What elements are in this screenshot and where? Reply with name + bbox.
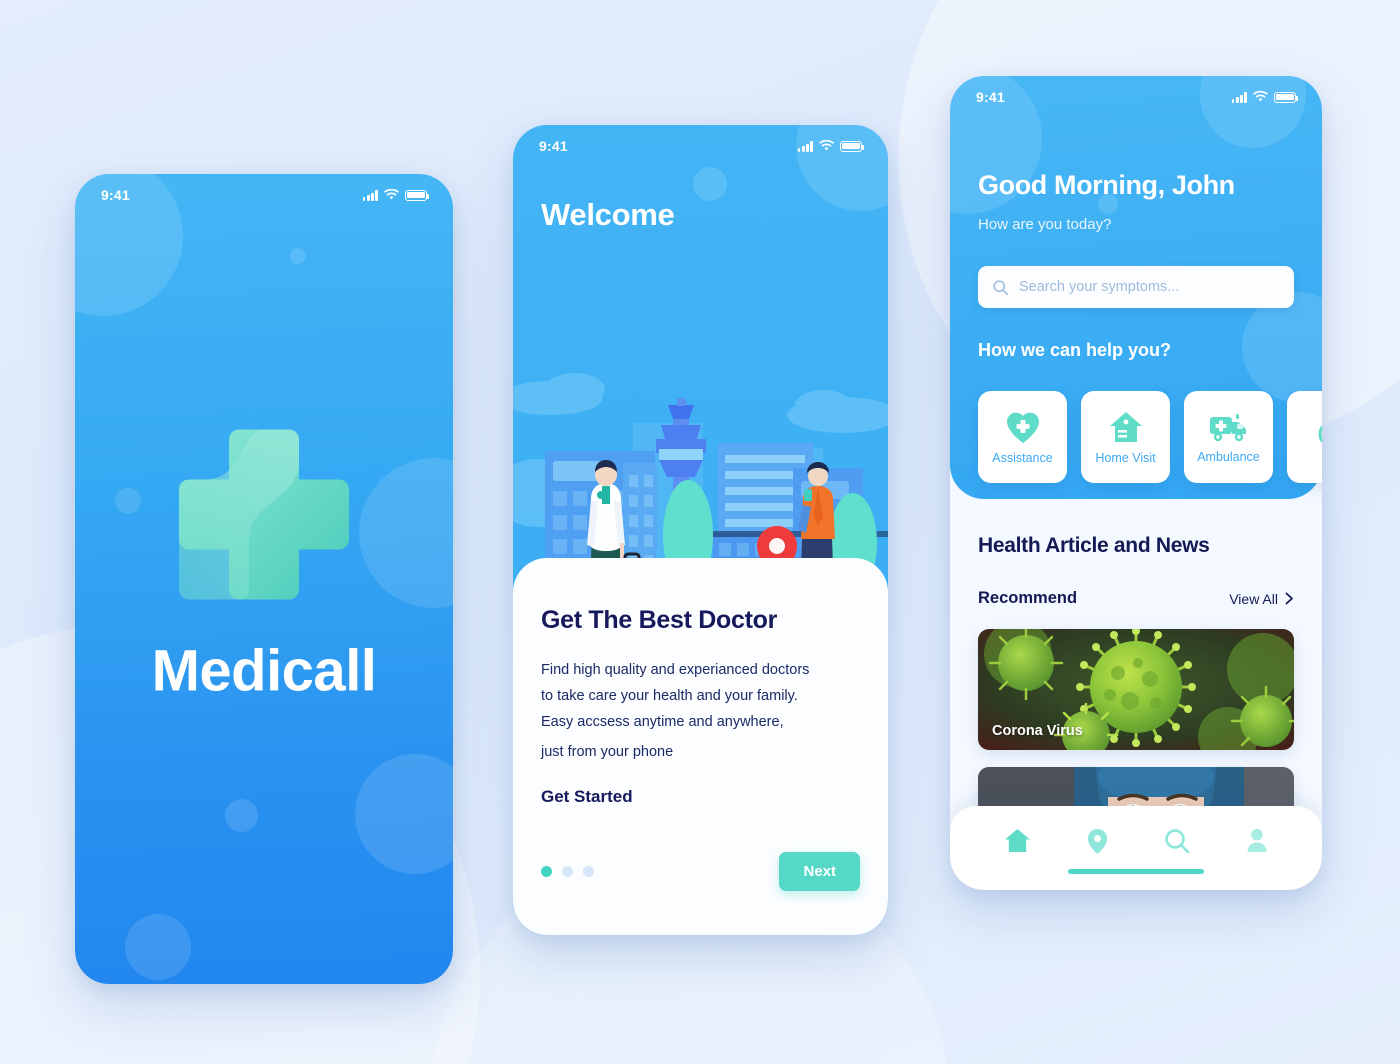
service-card-ambulance[interactable]: Ambulance <box>1184 391 1273 483</box>
status-bar-time: 9:41 <box>539 138 568 154</box>
status-bar: 9:41 <box>513 125 888 167</box>
medical-cross-logo <box>171 421 357 607</box>
decor-circle <box>693 167 727 201</box>
service-label: Ambulance <box>1197 449 1260 464</box>
battery-icon <box>840 140 865 152</box>
status-bar-time: 9:41 <box>976 89 1005 105</box>
ambulance-icon <box>1209 413 1246 441</box>
search-icon <box>993 279 1009 295</box>
article-caption: Corona Virus <box>992 723 1083 739</box>
battery-icon <box>405 189 430 201</box>
chevron-right-icon <box>1285 592 1293 605</box>
status-bar-time: 9:41 <box>101 187 130 203</box>
decor-circle <box>290 248 306 264</box>
decor-circle <box>225 799 258 832</box>
next-button[interactable]: Next <box>779 852 860 891</box>
get-started-label[interactable]: Get Started <box>541 787 860 807</box>
help-section-title: How we can help you? <box>978 340 1172 360</box>
pagination-dot[interactable] <box>583 866 594 877</box>
decor-circle <box>355 754 453 874</box>
home-icon <box>1004 828 1030 853</box>
service-label: Assistance <box>992 450 1053 465</box>
status-bar: 9:41 <box>75 174 453 216</box>
service-shortcuts: Assistance Home Visit Ambulance <box>978 391 1322 483</box>
wifi-icon <box>384 189 399 200</box>
greeting-title: Good Morning, John <box>978 170 1235 200</box>
view-all-button[interactable]: View All <box>1229 591 1294 607</box>
service-label: Home Visit <box>1095 450 1156 465</box>
service-card-home-visit[interactable]: Home Visit <box>1081 391 1170 483</box>
home-screen-phone: 9:41 Good Morning, John How are you toda… <box>950 76 1322 890</box>
decor-circle <box>125 914 191 980</box>
splash-screen-phone: 9:41 Medicall <box>75 174 453 984</box>
card-footer: Next <box>541 852 860 891</box>
card-body: Find high quality and experianced doctor… <box>541 657 860 765</box>
tab-profile[interactable] <box>1245 828 1269 858</box>
pagination-dot-active[interactable] <box>541 866 552 877</box>
cellular-signal-icon <box>1231 91 1247 103</box>
house-icon <box>1109 411 1142 442</box>
tab-home[interactable] <box>1004 828 1031 858</box>
cellular-signal-icon <box>362 189 378 201</box>
tab-location[interactable] <box>1086 828 1109 860</box>
tab-search[interactable] <box>1164 828 1190 859</box>
status-bar-icons <box>362 189 430 201</box>
recommend-row: Recommend View All <box>978 589 1294 608</box>
search-bar[interactable] <box>978 266 1294 308</box>
bottom-tab-bar <box>950 806 1322 890</box>
greeting-subtitle: How are you today? <box>978 216 1112 233</box>
cellular-signal-icon <box>797 140 813 152</box>
onboarding-screen-phone: 9:41 Welcome Get The Best Doctor Find hi… <box>513 125 888 935</box>
search-input[interactable] <box>1019 279 1280 295</box>
article-card-corona-virus[interactable]: Corona Virus <box>978 629 1294 750</box>
heart-plus-icon <box>1006 412 1039 443</box>
splash-content: Medicall <box>75 421 453 704</box>
card-body-line: to take care your health and your family… <box>541 688 798 704</box>
home-indicator <box>1068 869 1204 874</box>
pagination-dot[interactable] <box>562 866 573 877</box>
articles-section: Health Article and News Recommend View A… <box>950 499 1322 890</box>
recommend-label: Recommend <box>978 589 1078 607</box>
status-bar: 9:41 <box>950 76 1322 118</box>
pagination-dots[interactable] <box>541 866 594 877</box>
battery-icon <box>1274 91 1299 103</box>
status-bar-icons <box>1231 91 1299 103</box>
section-title: Health Article and News <box>978 534 1210 557</box>
card-body-line: just from your phone <box>541 744 674 760</box>
card-title: Get The Best Doctor <box>541 606 777 634</box>
status-bar-icons <box>797 140 865 152</box>
search-icon <box>1164 829 1189 854</box>
card-body-line: Find high quality and experianced doctor… <box>541 662 810 678</box>
wifi-icon <box>1253 91 1268 102</box>
onboarding-info-card: Get The Best Doctor Find high quality an… <box>513 558 888 935</box>
service-card-assistance[interactable]: Assistance <box>978 391 1067 483</box>
view-all-label: View All <box>1229 590 1278 607</box>
decor-circle <box>1242 292 1322 402</box>
wifi-icon <box>819 140 834 151</box>
brand-name: Medicall <box>151 638 377 704</box>
partial-card-icon <box>1318 423 1322 444</box>
person-icon <box>1246 828 1267 853</box>
location-pin-icon <box>1087 829 1107 854</box>
card-body-line: Easy accsess anytime and anywhere, <box>541 714 784 730</box>
service-card-partial[interactable] <box>1287 391 1322 483</box>
welcome-title: Welcome <box>541 197 675 232</box>
